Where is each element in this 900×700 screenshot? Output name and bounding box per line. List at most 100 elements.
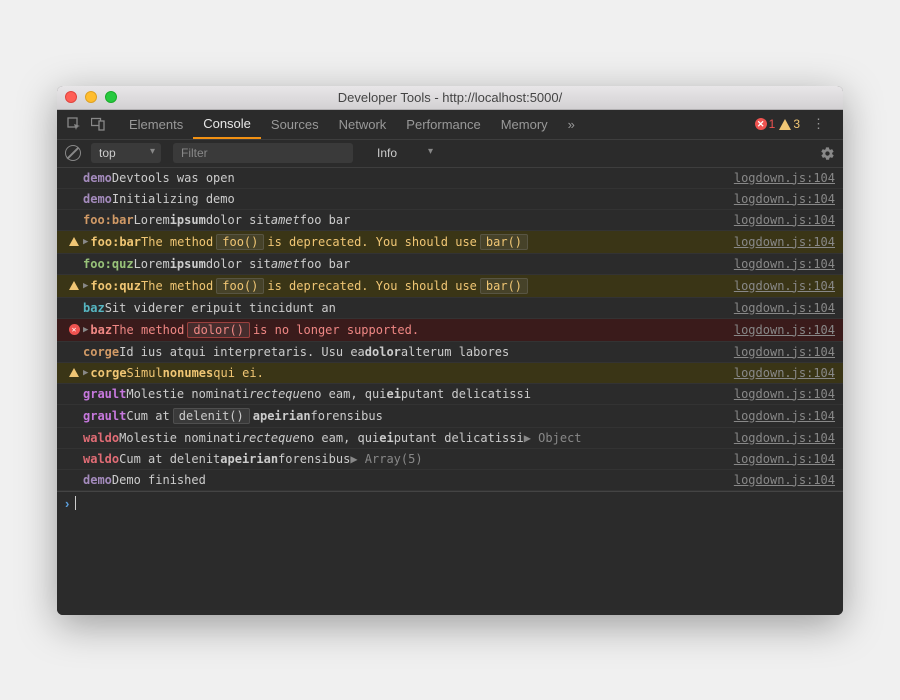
tab-sources[interactable]: Sources bbox=[261, 109, 329, 139]
source-link[interactable]: logdown.js:104 bbox=[734, 431, 835, 445]
error-icon: ✕ bbox=[755, 118, 767, 130]
log-row[interactable]: ✕▶baz The method dolor() is no longer su… bbox=[57, 319, 843, 342]
expand-arrow-icon[interactable]: ▶ bbox=[83, 237, 88, 247]
source-link[interactable]: logdown.js:104 bbox=[734, 345, 835, 359]
warning-icon bbox=[65, 368, 83, 377]
console-log-list: demo Devtools was openlogdown.js:104demo… bbox=[57, 168, 843, 491]
source-link[interactable]: logdown.js:104 bbox=[734, 301, 835, 315]
inspect-element-icon[interactable] bbox=[65, 115, 83, 133]
source-link[interactable]: logdown.js:104 bbox=[734, 192, 835, 206]
source-link[interactable]: logdown.js:104 bbox=[734, 409, 835, 423]
source-link[interactable]: logdown.js:104 bbox=[734, 235, 835, 249]
log-row[interactable]: corge Id ius atqui interpretaris. Usu ea… bbox=[57, 342, 843, 363]
source-link[interactable]: logdown.js:104 bbox=[734, 213, 835, 227]
source-link[interactable]: logdown.js:104 bbox=[734, 473, 835, 487]
log-row[interactable]: ▶corge Simul nonumes qui ei. logdown.js:1… bbox=[57, 363, 843, 384]
log-message: demo Devtools was open bbox=[83, 171, 726, 185]
log-message: demo Initializing demo bbox=[83, 192, 726, 206]
log-text: amet bbox=[271, 257, 300, 271]
log-message: demo Demo finished bbox=[83, 473, 726, 487]
log-row[interactable]: demo Initializing demo logdown.js:104 bbox=[57, 189, 843, 210]
log-text: recteque bbox=[242, 431, 300, 445]
log-namespace: waldo bbox=[83, 452, 119, 466]
warning-icon bbox=[65, 281, 83, 290]
log-namespace: foo:quz bbox=[83, 257, 134, 271]
object-expand[interactable]: ▶ Object bbox=[524, 431, 582, 445]
log-text: putant delicatissi bbox=[401, 387, 531, 401]
expand-arrow-icon[interactable]: ▶ bbox=[83, 325, 88, 335]
log-message: waldo Cum at delenit apeirian forensibus… bbox=[83, 452, 726, 466]
tab-elements[interactable]: Elements bbox=[119, 109, 193, 139]
log-message: ▶corge Simul nonumes qui ei. bbox=[83, 366, 726, 380]
console-settings-icon[interactable] bbox=[820, 146, 835, 161]
source-link[interactable]: logdown.js:104 bbox=[734, 366, 835, 380]
tab-performance[interactable]: Performance bbox=[396, 109, 490, 139]
log-text: ei bbox=[386, 387, 400, 401]
log-namespace: demo bbox=[83, 192, 112, 206]
log-text: putant delicatissi bbox=[394, 431, 524, 445]
expand-arrow-icon[interactable]: ▶ bbox=[83, 368, 88, 378]
kebab-menu-icon[interactable]: ⋮ bbox=[812, 116, 827, 132]
object-expand[interactable]: ▶ Array(5) bbox=[350, 452, 422, 466]
console-prompt[interactable]: › bbox=[57, 491, 843, 515]
log-text: is no longer supported. bbox=[253, 323, 419, 337]
text-cursor bbox=[75, 496, 76, 510]
log-namespace: foo:bar bbox=[83, 213, 134, 227]
log-text: dolor sit bbox=[206, 257, 271, 271]
log-row[interactable]: grault Molestie nominati recteque no eam… bbox=[57, 384, 843, 405]
clear-console-icon[interactable] bbox=[65, 145, 81, 161]
log-row[interactable]: grault Cum at delenit() apeirian forensi… bbox=[57, 405, 843, 428]
tab-console[interactable]: Console bbox=[193, 109, 261, 139]
log-message: grault Molestie nominati recteque no eam… bbox=[83, 387, 726, 401]
log-row[interactable]: waldo Molestie nominati recteque no eam,… bbox=[57, 428, 843, 449]
log-text: foo() bbox=[216, 278, 264, 294]
log-row[interactable]: demo Demo finished logdown.js:104 bbox=[57, 470, 843, 491]
tab-memory[interactable]: Memory bbox=[491, 109, 558, 139]
tab-network[interactable]: Network bbox=[329, 109, 397, 139]
log-text: nonumes bbox=[163, 366, 214, 380]
window-title: Developer Tools - http://localhost:5000/ bbox=[57, 90, 843, 105]
window-titlebar: Developer Tools - http://localhost:5000/ bbox=[57, 86, 843, 110]
log-row[interactable]: ▶foo:quz The method foo() is deprecated.… bbox=[57, 275, 843, 298]
log-message: ▶baz The method dolor() is no longer sup… bbox=[83, 322, 726, 338]
prompt-chevron-icon: › bbox=[65, 496, 69, 511]
log-text: forensibus bbox=[311, 409, 383, 423]
device-toolbar-icon[interactable] bbox=[89, 115, 107, 133]
source-link[interactable]: logdown.js:104 bbox=[734, 387, 835, 401]
log-text: foo bar bbox=[300, 257, 351, 271]
log-namespace: corge bbox=[90, 366, 126, 380]
log-row[interactable]: foo:quz Lorem ipsum dolor sit amet foo b… bbox=[57, 254, 843, 275]
log-text: foo bar bbox=[300, 213, 351, 227]
log-message: ▶foo:quz The method foo() is deprecated.… bbox=[83, 278, 726, 294]
source-link[interactable]: logdown.js:104 bbox=[734, 323, 835, 337]
source-link[interactable]: logdown.js:104 bbox=[734, 171, 835, 185]
log-text: Demo finished bbox=[112, 473, 206, 487]
empty-space bbox=[57, 515, 843, 615]
log-namespace: grault bbox=[83, 409, 126, 423]
expand-arrow-icon[interactable]: ▶ bbox=[83, 281, 88, 291]
log-text: apeirian bbox=[253, 409, 311, 423]
log-message: foo:quz Lorem ipsum dolor sit amet foo b… bbox=[83, 257, 726, 271]
warning-counter[interactable]: 3 bbox=[779, 117, 800, 131]
source-link[interactable]: logdown.js:104 bbox=[734, 257, 835, 271]
log-namespace: waldo bbox=[83, 431, 119, 445]
log-row[interactable]: waldo Cum at delenit apeirian forensibus… bbox=[57, 449, 843, 470]
status-counters[interactable]: ✕ 1 3 bbox=[755, 117, 800, 131]
log-namespace: corge bbox=[83, 345, 119, 359]
log-row[interactable]: ▶foo:bar The method foo() is deprecated.… bbox=[57, 231, 843, 254]
source-link[interactable]: logdown.js:104 bbox=[734, 279, 835, 293]
log-row[interactable]: foo:bar Lorem ipsum dolor sit amet foo b… bbox=[57, 210, 843, 231]
error-counter[interactable]: ✕ 1 bbox=[755, 117, 776, 131]
log-row[interactable]: baz Sit viderer eripuit tincidunt anlogd… bbox=[57, 298, 843, 319]
log-text: Cum at bbox=[126, 409, 169, 423]
log-row[interactable]: demo Devtools was open logdown.js:104 bbox=[57, 168, 843, 189]
log-level-select[interactable]: Info bbox=[369, 143, 439, 163]
log-message: grault Cum at delenit() apeirian forensi… bbox=[83, 408, 726, 424]
log-text: Id ius atqui interpretaris. Usu ea bbox=[119, 345, 365, 359]
tab-overflow[interactable]: » bbox=[558, 109, 585, 139]
context-select[interactable]: top bbox=[91, 143, 161, 163]
log-text: Cum at delenit bbox=[119, 452, 220, 466]
source-link[interactable]: logdown.js:104 bbox=[734, 452, 835, 466]
filter-input[interactable]: Filter bbox=[173, 143, 353, 163]
log-text: Initializing demo bbox=[112, 192, 235, 206]
